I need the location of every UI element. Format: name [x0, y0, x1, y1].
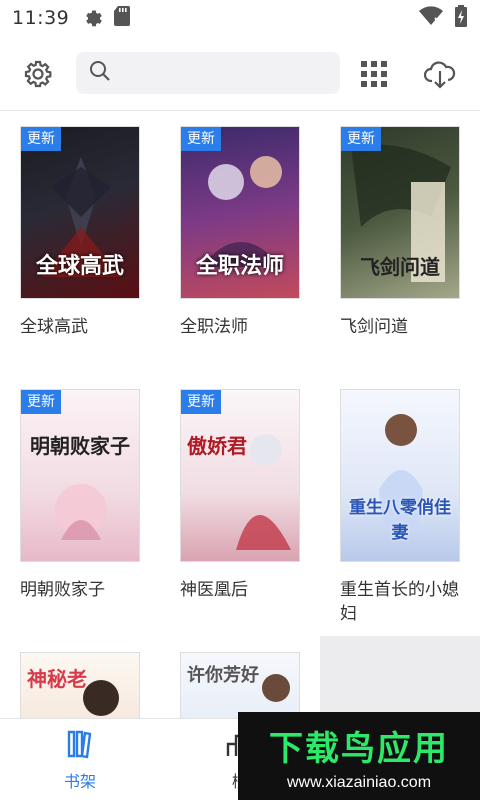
cloud-download-icon	[423, 59, 457, 93]
tab-bookshelf[interactable]: 书架	[30, 719, 130, 800]
search-input[interactable]	[120, 64, 320, 82]
cover-title: 神秘老	[27, 667, 87, 691]
book-cover[interactable]: 全球高武 更新	[20, 126, 140, 299]
settings-button[interactable]	[18, 56, 58, 96]
toolbar-divider	[0, 110, 480, 111]
status-icons-right	[418, 5, 468, 31]
settings-icon	[23, 59, 53, 93]
status-bar: 11:39	[0, 0, 480, 36]
cover-title: 全职法师	[195, 253, 284, 279]
watermark: 下载鸟应用 www.xiazainiao.com	[238, 712, 480, 800]
cover-title: 明朝败家子	[30, 434, 130, 458]
grid-view-button[interactable]	[354, 56, 394, 96]
tab-bookshelf-label: 书架	[63, 772, 96, 791]
book-title: 明朝败家子	[20, 580, 105, 599]
cover-title: 飞剑问道	[360, 255, 440, 279]
watermark-title: 下载鸟应用	[269, 728, 449, 769]
book-item[interactable]: 傲娇君 更新 神医凰后	[180, 389, 300, 602]
battery-charging-icon	[454, 5, 468, 31]
book-title: 神医凰后	[180, 580, 248, 599]
book-title: 全职法师	[180, 317, 248, 336]
book-item[interactable]: 全职法师 更新 全职法师	[180, 126, 300, 339]
download-button[interactable]	[418, 56, 462, 96]
book-item[interactable]: 重生八零俏佳妻 重生首长的小媳妇	[340, 389, 460, 626]
cover-title: 重生八零俏佳妻	[349, 498, 451, 543]
update-badge: 更新	[341, 127, 381, 151]
watermark-url: www.xiazainiao.com	[286, 773, 432, 791]
update-badge: 更新	[21, 390, 61, 414]
book-cover[interactable]: 飞剑问道 更新	[340, 126, 460, 299]
cover-art	[236, 434, 291, 550]
book-title: 重生首长的小媳妇	[340, 580, 459, 623]
sd-card-icon	[113, 5, 131, 31]
search-box[interactable]	[76, 52, 340, 94]
book-cover[interactable]: 全职法师 更新	[180, 126, 300, 299]
cover-title: 全球高武	[35, 253, 124, 279]
status-time: 11:39	[12, 7, 70, 29]
book-cover[interactable]: 明朝败家子 更新	[20, 389, 140, 562]
book-cover[interactable]: 傲娇君 更新	[180, 389, 300, 562]
update-badge: 更新	[181, 127, 221, 151]
book-item[interactable]: 明朝败家子 更新 明朝败家子	[20, 389, 140, 602]
update-badge: 更新	[21, 127, 61, 151]
cover-art	[55, 484, 107, 540]
bookshelf-icon	[64, 728, 96, 764]
update-badge: 更新	[181, 390, 221, 414]
status-icons-left	[81, 5, 131, 31]
book-item[interactable]: 全球高武 更新 全球高武	[20, 126, 140, 339]
book-cover[interactable]: 重生八零俏佳妻	[340, 389, 460, 562]
gear-icon	[81, 5, 103, 31]
search-icon	[88, 59, 112, 87]
cover-title: 许你芳好	[187, 665, 259, 686]
top-toolbar	[0, 44, 480, 106]
cover-title: 傲娇君	[187, 434, 247, 458]
grid-icon	[360, 60, 388, 92]
book-title: 飞剑问道	[340, 317, 408, 336]
wifi-icon	[418, 6, 444, 30]
book-title: 全球高武	[20, 317, 88, 336]
book-item[interactable]: 飞剑问道 更新 飞剑问道	[340, 126, 460, 339]
